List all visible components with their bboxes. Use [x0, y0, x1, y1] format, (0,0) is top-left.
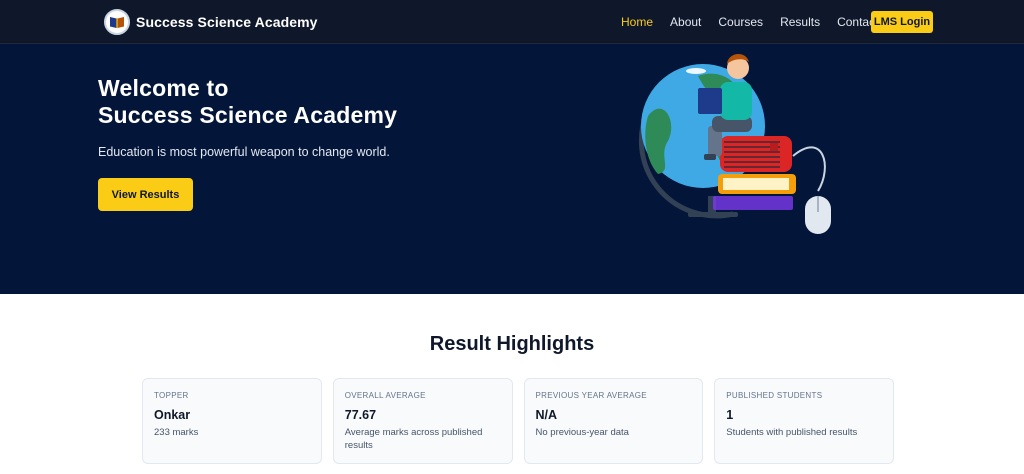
stat-note: Students with published results: [726, 427, 858, 438]
nav-item-about[interactable]: About: [670, 15, 701, 29]
stat-card-overall-average: OVERALL AVERAGE 77.67 Average marks acro…: [332, 378, 513, 464]
view-results-button[interactable]: View Results: [98, 178, 193, 211]
hero-title-line1: Welcome to: [98, 75, 229, 101]
brand[interactable]: Success Science Academy: [104, 9, 318, 35]
stat-label: TOPPER: [154, 391, 189, 400]
hero-title-line2: Success Science Academy: [98, 102, 398, 128]
nav-item-home[interactable]: Home: [621, 15, 653, 29]
stat-note: Average marks across published results: [344, 427, 483, 451]
stat-note: No previous-year data: [535, 427, 629, 438]
stat-value: 77.67: [344, 408, 377, 422]
stat-value: 1: [726, 408, 734, 422]
stat-card-published-students: PUBLISHED STUDENTS 1 Students with publi…: [714, 378, 894, 464]
stat-label: PREVIOUS YEAR AVERAGE: [535, 391, 647, 400]
hero-section: Welcome to Success Science Academy Educa…: [0, 44, 1024, 294]
stat-card-topper: TOPPER Onkar 233 marks: [142, 378, 322, 464]
result-highlights-title: Result Highlights: [429, 333, 595, 355]
hero-subtitle: Education is most powerful weapon to cha…: [98, 145, 390, 159]
nav-item-courses[interactable]: Courses: [718, 15, 763, 29]
stat-card-previous-year-average: PREVIOUS YEAR AVERAGE N/A No previous-ye…: [523, 378, 704, 464]
navbar: Success Science Academy Home About Cours…: [0, 0, 1024, 44]
stat-value: N/A: [535, 408, 558, 422]
student-globe-books-illustration: [628, 46, 848, 241]
book-icon: [104, 9, 130, 35]
brand-name: Success Science Academy: [136, 14, 318, 30]
result-highlights-cards: TOPPER Onkar 233 marks OVERALL AVERAGE 7…: [142, 378, 894, 464]
stat-value: Onkar: [154, 408, 191, 422]
hero-title: Welcome to Success Science Academy: [98, 75, 397, 129]
stat-note: 233 marks: [154, 427, 199, 438]
lms-login-button[interactable]: LMS Login: [871, 11, 933, 33]
main-nav: Home About Courses Results Contact: [621, 0, 895, 44]
nav-item-results[interactable]: Results: [780, 15, 820, 29]
stat-label: PUBLISHED STUDENTS: [726, 391, 823, 400]
stat-label: OVERALL AVERAGE: [344, 391, 426, 400]
